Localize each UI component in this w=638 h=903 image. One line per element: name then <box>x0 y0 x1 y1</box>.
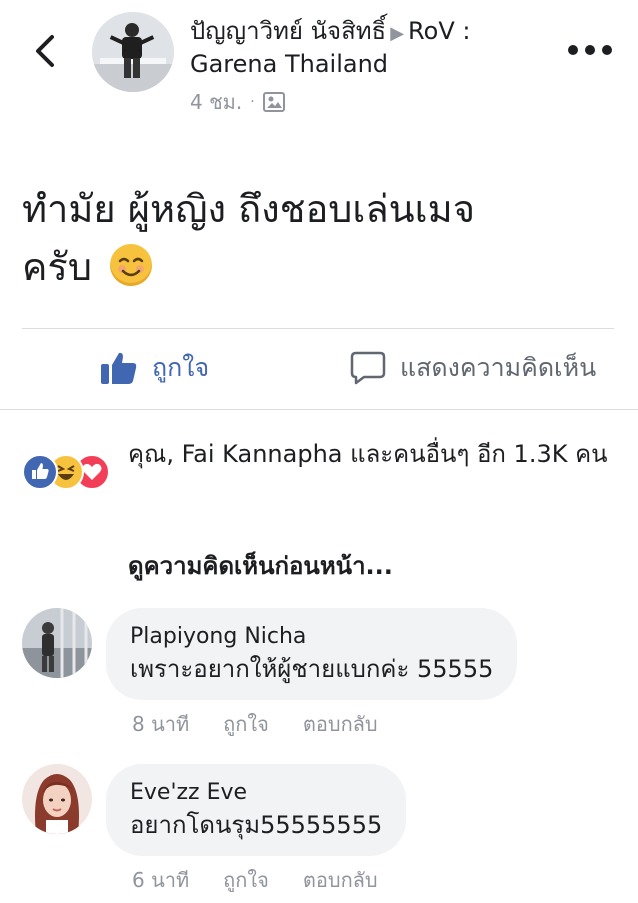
like-label: ถูกใจ <box>152 353 210 382</box>
divider <box>22 328 614 329</box>
meta-separator: · <box>250 94 255 110</box>
comment-button[interactable]: แสดงความคิดเห็น <box>350 348 596 388</box>
post-text-word: ครับ <box>22 245 92 289</box>
comment-bubble[interactable]: Eve'zz Eve อยากโดนรุม55555555 <box>106 764 407 856</box>
more-dot <box>568 45 578 55</box>
photo-album-icon <box>262 92 285 112</box>
share-arrow-icon: ▶ <box>390 23 405 44</box>
comment-reply-button[interactable]: ตอบกลับ <box>303 864 378 896</box>
comment-text: เพราะอยากให้ผู้ชายแบกค่ะ 55555 <box>130 655 494 683</box>
post-text-line-2: ครับ <box>22 238 622 296</box>
comment-like-button[interactable]: ถูกใจ <box>223 708 269 740</box>
author-avatar[interactable] <box>92 12 174 92</box>
post-text-line: ทำมัย ผู้หญิง ถึงชอบเล่นเมจ <box>22 187 475 231</box>
comment-bubble[interactable]: Plapiyong Nicha เพราะอยากให้ผู้ชายแบกค่ะ… <box>106 608 518 700</box>
comment-meta: 8 นาที ถูกใจ ตอบกลับ <box>132 708 378 740</box>
post-header-title: ปัญญาวิทย์ นัจสิทธิ์ ▶ RoV : Garena Thaila… <box>190 16 550 79</box>
author-name[interactable]: ปัญญาวิทย์ นัจสิทธิ์ <box>190 17 386 45</box>
comment-like-button[interactable]: ถูกใจ <box>223 864 269 896</box>
like-button[interactable]: ถูกใจ <box>100 348 209 388</box>
smiling-face-emoji-icon <box>110 244 153 286</box>
post-time[interactable]: 4 ชม. <box>190 86 242 118</box>
commenter-name[interactable]: Eve'zz Eve <box>130 778 382 808</box>
commenter-name[interactable]: Plapiyong Nicha <box>130 622 493 652</box>
commenter-avatar[interactable] <box>22 764 92 834</box>
comment-label: แสดงความคิดเห็น <box>400 353 597 382</box>
comment-time[interactable]: 8 นาที <box>132 708 189 740</box>
back-button[interactable] <box>30 34 60 68</box>
more-options-button[interactable] <box>568 40 612 60</box>
post-meta: 4 ชม. · <box>190 86 285 118</box>
comment-time[interactable]: 6 นาที <box>132 864 189 896</box>
more-dot <box>585 45 595 55</box>
thumbs-up-icon <box>101 352 137 384</box>
comment-reply-button[interactable]: ตอบกลับ <box>303 708 378 740</box>
more-dot <box>602 45 612 55</box>
commenter-avatar[interactable] <box>22 608 92 678</box>
comment-meta: 6 นาที ถูกใจ ตอบกลับ <box>132 864 378 896</box>
view-previous-comments-link[interactable]: ดูความคิดเห็นก่อนหน้า... <box>128 546 393 585</box>
comment-bubble-icon <box>350 351 386 385</box>
divider <box>0 409 638 410</box>
reaction-summary[interactable]: คุณ, Fai Kannapha และคนอื่นๆ อีก 1.3K คน <box>128 436 618 472</box>
reaction-icons[interactable] <box>22 454 122 490</box>
chevron-left-icon <box>36 35 54 67</box>
comment-text: อยากโดนรุม55555555 <box>130 811 383 839</box>
like-icon <box>22 454 58 490</box>
post-text: ทำมัย ผู้หญิง ถึงชอบเล่นเมจ ครับ <box>22 180 622 296</box>
